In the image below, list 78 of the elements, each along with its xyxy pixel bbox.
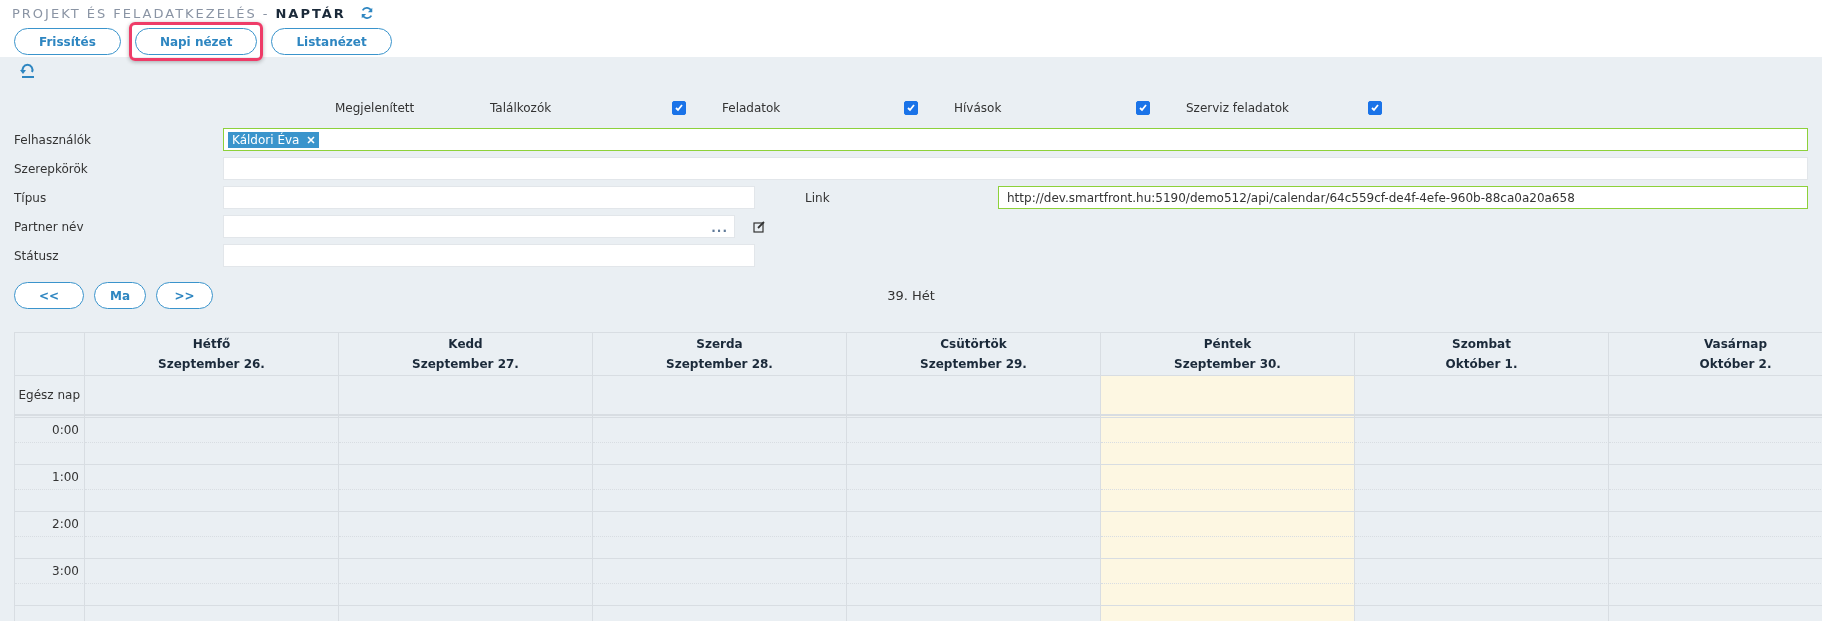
day-name: Csütörtök [940,337,1007,351]
time-slot[interactable] [1355,584,1609,606]
day-name: Szombat [1452,337,1511,351]
time-slot[interactable] [1355,490,1609,512]
time-slot[interactable] [847,443,1101,465]
edit-icon[interactable] [753,220,765,233]
time-slot[interactable] [1101,537,1355,559]
calendar-cell[interactable] [1355,376,1609,415]
time-slot[interactable] [1355,512,1609,537]
time-slot[interactable] [1101,584,1355,606]
nav-button[interactable]: Ma [94,282,146,309]
day-name: Kedd [448,337,483,351]
time-slot[interactable] [1101,559,1355,584]
status-field[interactable] [223,244,755,267]
users-field[interactable]: Káldori Éva [223,128,1808,151]
time-slot[interactable] [1101,465,1355,490]
time-slot[interactable] [847,490,1101,512]
checkbox-label: Hívások [954,101,1003,115]
time-slot[interactable] [1355,537,1609,559]
time-slot[interactable] [1355,415,1609,443]
user-tag[interactable]: Káldori Éva [228,131,320,148]
refresh-icon[interactable] [359,6,374,20]
all-day-label: Egész nap [18,388,80,402]
toolbar-button[interactable]: Listanézet [271,28,392,55]
time-slot[interactable] [1355,443,1609,465]
time-slot[interactable] [1101,512,1355,537]
hour-label: 3:00 [52,564,79,578]
link-value: http://dev.smartfront.hu:5190/demo512/api/calendar/64c559cf-de4f-4efe-960b-88ca0a20a658 [1006,190,1575,205]
calendar-cell[interactable] [1101,376,1355,415]
section-label: Megjelenített [335,101,416,115]
day-date: Október 2. [1699,357,1772,371]
hour-label: 1:00 [52,470,79,484]
day-date: Szeptember 26. [158,357,265,371]
day-name: Hétfő [192,337,231,351]
toolbar-button[interactable]: Napi nézet [134,28,258,55]
field-label: Típus [14,190,48,205]
time-slot[interactable] [847,537,1101,559]
time-slot[interactable] [1101,443,1355,465]
day-name: Vasárnap [1703,337,1768,351]
week-label: 39. Hét [887,288,935,303]
time-slot[interactable] [1101,415,1355,443]
nav-button[interactable]: >> [156,282,213,309]
field-label: Partner név [14,219,85,234]
checkbox[interactable] [672,101,686,115]
field-label: Link [805,190,831,205]
field-label: Felhasználók [14,132,93,147]
undo-icon[interactable] [19,63,37,79]
toolbar-button[interactable]: Frissítés [14,28,121,55]
checkbox[interactable] [1136,101,1150,115]
hour-label: 0:00 [52,423,79,437]
time-slot[interactable] [1101,490,1355,512]
page-title: NAPTÁR [275,5,346,21]
checkbox-label: Szerviz feladatok [1186,101,1291,115]
field-label: Státusz [14,248,60,263]
remove-icon[interactable] [307,135,316,144]
partner-field[interactable]: ... [223,215,735,238]
day-date: Szeptember 28. [666,357,773,371]
time-slot[interactable] [847,584,1101,606]
link-field[interactable]: http://dev.smartfront.hu:5190/demo512/api/calendar/64c559cf-de4f-4efe-960b-88ca0a20a658 [998,186,1808,209]
checkbox[interactable] [1368,101,1382,115]
hour-label: 2:00 [52,517,79,531]
more-dots[interactable]: ... [711,222,728,234]
roles-field[interactable] [223,157,1808,180]
day-date: Szeptember 27. [412,357,519,371]
field-label: Szerepkörök [14,161,89,176]
checkbox[interactable] [904,101,918,115]
nav-button[interactable]: << [14,282,84,309]
time-slot[interactable] [1355,465,1609,490]
day-date: Szeptember 30. [1174,357,1281,371]
day-name: Péntek [1203,337,1252,351]
checkbox-label: Találkozók [490,101,553,115]
day-date: Október 1. [1445,357,1518,371]
day-date: Szeptember 29. [920,357,1027,371]
type-field[interactable] [223,186,755,209]
day-name: Szerda [696,337,743,351]
breadcrumb: PROJEKT ÉS FELADATKEZELÉS - [12,5,270,21]
time-slot[interactable] [1355,559,1609,584]
checkbox-label: Feladatok [722,101,782,115]
